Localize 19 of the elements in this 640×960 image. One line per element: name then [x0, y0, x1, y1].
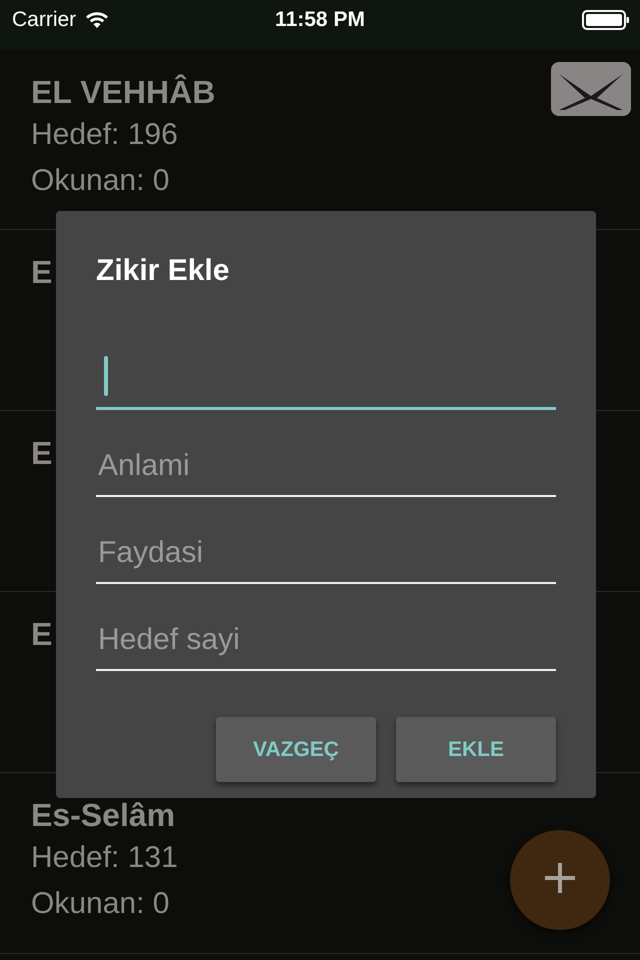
- item-title: E: [31, 615, 52, 654]
- target-count: Hedef: 131: [31, 840, 178, 876]
- read-count: Okunan: 0: [31, 163, 170, 199]
- item-title: Es-Selâm: [31, 796, 176, 835]
- item-title: E: [31, 434, 52, 473]
- read-count: Okunan: 0: [31, 886, 170, 922]
- target-count: Hedef: 196: [31, 117, 178, 153]
- item-title: E: [31, 253, 52, 292]
- wifi-icon: [85, 11, 110, 29]
- cancel-button[interactable]: VAZGEÇ: [216, 717, 376, 782]
- status-time: 11:58 PM: [275, 8, 365, 32]
- mail-button[interactable]: [551, 62, 631, 116]
- carrier-name: Carrier: [12, 8, 76, 32]
- battery-icon: [582, 10, 630, 30]
- dialog-title: Zikir Ekle: [96, 253, 230, 289]
- add-confirm-button[interactable]: EKLE: [396, 717, 556, 782]
- add-button[interactable]: +: [510, 830, 610, 930]
- item-title: EL VEHHÂB: [31, 73, 216, 112]
- text-cursor: [104, 356, 108, 396]
